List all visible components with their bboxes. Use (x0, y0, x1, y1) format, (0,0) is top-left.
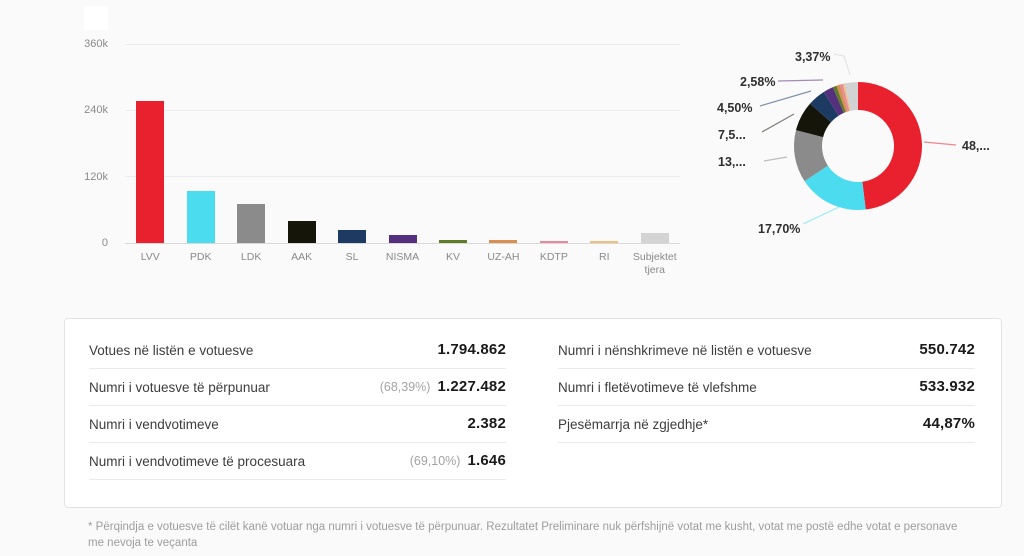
footnote: * Përqindja e votuesve të cilët kanë vot… (88, 519, 964, 551)
bar-uz-ah[interactable] (489, 240, 517, 243)
stats-left-column: Votues në listën e votuesve 1.794.862 Nu… (89, 332, 506, 507)
stat-row-valid-ballots: Numri i fletëvotimeve të vlefshme 533.93… (558, 369, 975, 406)
votes-donut-chart: 48,... 17,70% 13,... 7,5... 4,50% 2,58% 3,37% (700, 20, 1022, 272)
bar-lvv[interactable] (136, 101, 164, 243)
stat-row-turnout: Pjesëmarrja në zgjedhje* 44,87% (558, 406, 975, 443)
stat-value: 44,87% (923, 415, 975, 432)
bar-chart-plot: LVVPDKLDKAAKSLNISMAKVUZ-AHKDTPRISubjekte… (125, 44, 680, 243)
bar-sl[interactable] (338, 230, 366, 243)
donut-label-leader-line (760, 91, 811, 106)
bar-chart-y-axis: 360k240k120k0 (80, 44, 108, 243)
bar-pdk[interactable] (187, 191, 215, 243)
stat-row-voters-processed: Numri i votuesve të përpunuar (68,39%) 1.… (89, 369, 506, 406)
stat-label: Numri i fletëvotimeve të vlefshme (558, 380, 757, 395)
donut-label-leader-line (762, 114, 794, 132)
stats-right-column: Numri i nënshkrimeve në listën e votuesv… (558, 332, 975, 507)
stat-label: Numri i votuesve të përpunuar (89, 380, 270, 395)
stat-row-voters-list: Votues në listën e votuesve 1.794.862 (89, 332, 506, 369)
stats-card: Votues në listën e votuesve 1.794.862 Nu… (64, 318, 1002, 508)
bar-kv[interactable] (439, 240, 467, 243)
stat-row-signatures: Numri i nënshkrimeve në listën e votuesv… (558, 332, 975, 369)
stat-value: 1.794.862 (437, 341, 506, 358)
bar-kdtp[interactable] (540, 241, 568, 243)
stat-percent: (68,39%) (380, 380, 431, 394)
stat-label: Votues në listën e votuesve (89, 343, 253, 358)
y-axis-tick-label: 0 (68, 237, 108, 249)
stat-value: 2.382 (467, 415, 506, 432)
y-axis-tick-label: 360k (68, 38, 108, 50)
donut-slice-label: 2,58% (740, 75, 775, 89)
votes-bar-chart: 360k240k120k0 LVVPDKLDKAAKSLNISMAKVUZ-AH… (80, 34, 705, 294)
donut-slice-label: 13,... (718, 155, 746, 169)
donut-slice-label: 4,50% (717, 101, 752, 115)
bar-subjektet-tjera[interactable] (641, 233, 669, 243)
donut-label-leader-line (924, 142, 956, 145)
stat-value: 1.646 (467, 452, 506, 469)
stat-percent: (69,10%) (410, 454, 461, 468)
gridline (125, 176, 680, 177)
donut-label-leader-line (764, 157, 787, 161)
stat-row-polling-stations: Numri i vendvotimeve 2.382 (89, 406, 506, 443)
x-axis-category-label: Subjektet tjera (626, 251, 684, 277)
gridline (125, 110, 680, 111)
donut-slice-label: 48,... (962, 139, 990, 153)
stat-value: 533.932 (919, 378, 975, 395)
bar-aak[interactable] (288, 221, 316, 243)
donut-label-leader-line (778, 80, 823, 81)
stat-value: 550.742 (919, 341, 975, 358)
stat-label: Pjesëmarrja në zgjedhje* (558, 417, 708, 432)
donut-label-leader-line (834, 54, 850, 75)
y-axis-tick-label: 240k (68, 104, 108, 116)
bar-nisma[interactable] (389, 235, 417, 243)
gridline (125, 44, 680, 45)
donut-slice-label: 17,70% (758, 222, 800, 236)
bar-ldk[interactable] (237, 204, 265, 243)
stat-value: 1.227.482 (437, 378, 506, 395)
stat-label: Numri i vendvotimeve të procesuara (89, 454, 305, 469)
donut-slice-label: 3,37% (795, 50, 830, 64)
donut-label-leader-line (803, 207, 839, 224)
white-box (84, 6, 108, 30)
stat-label: Numri i vendvotimeve (89, 417, 219, 432)
stat-label: Numri i nënshkrimeve në listën e votuesv… (558, 343, 812, 358)
stat-row-stations-processed: Numri i vendvotimeve të procesuara (69,1… (89, 443, 506, 480)
donut-slice-lvv[interactable] (858, 82, 922, 210)
y-axis-tick-label: 120k (68, 171, 108, 183)
bar-ri[interactable] (590, 241, 618, 243)
donut-slice-label: 7,5... (718, 128, 746, 142)
